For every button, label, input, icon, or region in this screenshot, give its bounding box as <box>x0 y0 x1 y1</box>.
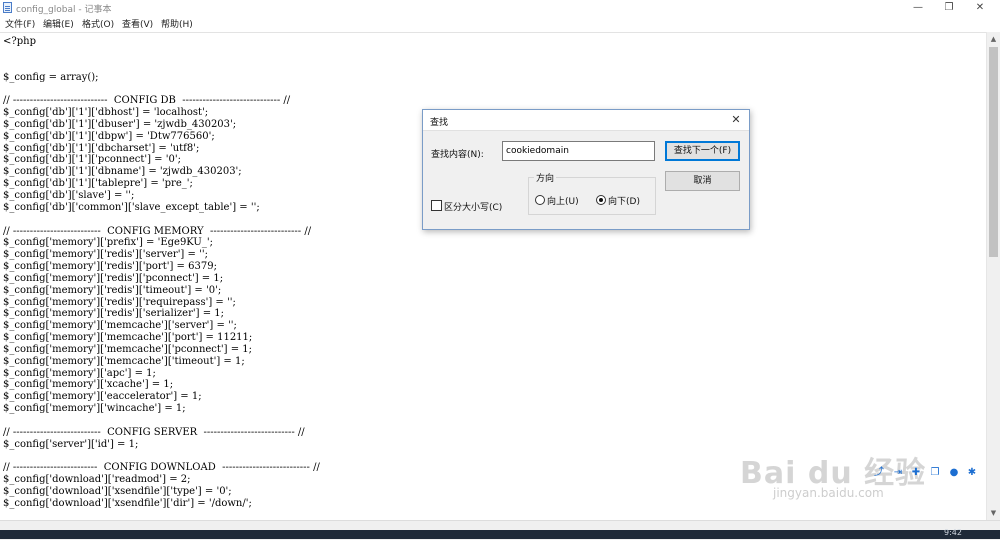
code-line: $_config['memory']['redis']['pconnect'] … <box>3 272 224 284</box>
code-line: $_config['db']['1']['dbname'] = 'zjwdb_4… <box>3 166 242 178</box>
window-title: config_global - 记事本 <box>16 5 112 15</box>
code-line: $_config['memory']['redis']['port'] = 63… <box>3 261 217 273</box>
code-line: $_config['memory']['redis']['serializer'… <box>3 308 224 320</box>
match-case-checkbox[interactable] <box>431 200 442 211</box>
favorite-icon[interactable]: ✚ <box>910 467 922 479</box>
direction-label: 方向 <box>534 171 557 184</box>
code-line: // -------------------------- CONFIG SER… <box>3 426 305 438</box>
find-what-input[interactable] <box>502 141 655 161</box>
find-next-button[interactable]: 查找下一个(F) <box>665 141 740 161</box>
watermark-url: jingyan.baidu.com <box>773 486 884 500</box>
code-line: $_config['db']['1']['dbuser'] = 'zjwdb_4… <box>3 118 237 130</box>
code-line: $_config['memory']['memcache']['timeout'… <box>3 355 245 367</box>
code-line: $_config['memory']['eaccelerator'] = 1; <box>3 391 202 403</box>
direction-down-label[interactable]: 向下(D) <box>608 194 640 207</box>
code-line: $_config['db']['1']['dbhost'] = 'localho… <box>3 107 209 119</box>
code-line: $_config['memory']['redis']['requirepass… <box>3 296 236 308</box>
code-line: $_config['memory']['xcache'] = 1; <box>3 379 174 391</box>
code-line: // ------------------------- CONFIG DOWN… <box>3 462 320 474</box>
code-line: $_config = array(); <box>3 71 99 83</box>
code-line: $_config['memory']['memcache']['server']… <box>3 320 237 332</box>
code-line: $_config['db']['1']['dbcharset'] = 'utf8… <box>3 142 200 154</box>
menu-bar: 文件(F) 编辑(E) 格式(O) 查看(V) 帮助(H) <box>0 16 1000 30</box>
find-dialog: 查找 ✕ 查找内容(N): 查找下一个(F) 取消 区分大小写(C) 方向 向上… <box>422 109 750 230</box>
menu-view[interactable]: 查看(V) <box>122 17 153 30</box>
code-line: $_config['memory']['apc'] = 1; <box>3 367 156 379</box>
taskbar: 9:42 <box>0 528 1000 539</box>
code-line: $_config['memory']['memcache']['pconnect… <box>3 343 253 355</box>
code-line: <?php <box>3 36 36 47</box>
code-line: $_config['download']['xsendfile']['dir']… <box>3 497 252 509</box>
taskbar-clock: 9:42 <box>944 528 962 537</box>
code-line: $_config['memory']['wincache'] = 1; <box>3 403 186 415</box>
user-icon[interactable]: ● <box>948 467 960 479</box>
code-text: <?php $_config = array(); // -------------… <box>3 36 320 510</box>
code-line: $_config['server']['id'] = 1; <box>3 438 139 450</box>
code-line: // ---------------------------- CONFIG D… <box>3 95 291 107</box>
minimize-button[interactable]: — <box>902 0 934 16</box>
code-line: $_config['memory']['redis']['timeout'] =… <box>3 284 222 296</box>
vertical-scrollbar[interactable]: ▲ ▼ <box>986 32 1000 520</box>
code-line: $_config['memory']['redis']['server'] = … <box>3 249 208 261</box>
menu-edit[interactable]: 编辑(E) <box>43 17 74 30</box>
notepad-icon <box>3 2 12 13</box>
match-case-label[interactable]: 区分大小写(C) <box>444 200 502 213</box>
code-line: // -------------------------- CONFIG MEM… <box>3 225 312 237</box>
settings-icon[interactable]: ✱ <box>966 467 978 479</box>
code-line: $_config['download']['xsendfile']['type'… <box>3 486 232 498</box>
menu-format[interactable]: 格式(O) <box>82 17 114 30</box>
code-line: $_config['db']['slave'] = ''; <box>3 189 135 201</box>
code-line: $_config['db']['1']['tablepre'] = 'pre_'… <box>3 178 193 190</box>
scrollbar-thumb[interactable] <box>989 47 998 257</box>
code-line: $_config['db']['1']['dbpw'] = 'Dtw776560… <box>3 130 215 142</box>
scroll-up-icon[interactable]: ▲ <box>987 32 1000 46</box>
find-dialog-titlebar: 查找 ✕ <box>423 110 749 131</box>
share-icon[interactable]: ⤴ <box>873 467 885 479</box>
close-button[interactable]: ✕ <box>964 0 996 16</box>
direction-group: 方向 向上(U) 向下(D) <box>528 171 656 215</box>
direction-down-radio[interactable] <box>596 195 606 205</box>
find-dialog-close-icon[interactable]: ✕ <box>728 113 744 127</box>
menu-help[interactable]: 帮助(H) <box>161 17 193 30</box>
send-icon[interactable]: ⇥ <box>892 467 904 479</box>
find-dialog-title: 查找 <box>430 118 449 128</box>
code-line: $_config['memory']['memcache']['port'] =… <box>3 332 253 344</box>
scroll-down-icon[interactable]: ▼ <box>987 506 1000 520</box>
title-bar: config_global - 记事本 — ❐ ✕ <box>0 0 1000 16</box>
code-line: $_config['db']['1']['pconnect'] = '0'; <box>3 154 181 166</box>
maximize-button[interactable]: ❐ <box>933 0 965 16</box>
direction-up-radio[interactable] <box>535 195 545 205</box>
menu-file[interactable]: 文件(F) <box>5 17 35 30</box>
cancel-button[interactable]: 取消 <box>665 171 740 191</box>
code-line: $_config['download']['readmod'] = 2; <box>3 474 191 486</box>
find-what-label: 查找内容(N): <box>431 150 484 160</box>
code-line: $_config['memory']['prefix'] = 'Ege9KU_'… <box>3 237 213 249</box>
bookmark-icon[interactable]: ❐ <box>929 467 941 479</box>
direction-up-label[interactable]: 向上(U) <box>547 194 579 207</box>
code-line: $_config['db']['common']['slave_except_t… <box>3 201 260 213</box>
